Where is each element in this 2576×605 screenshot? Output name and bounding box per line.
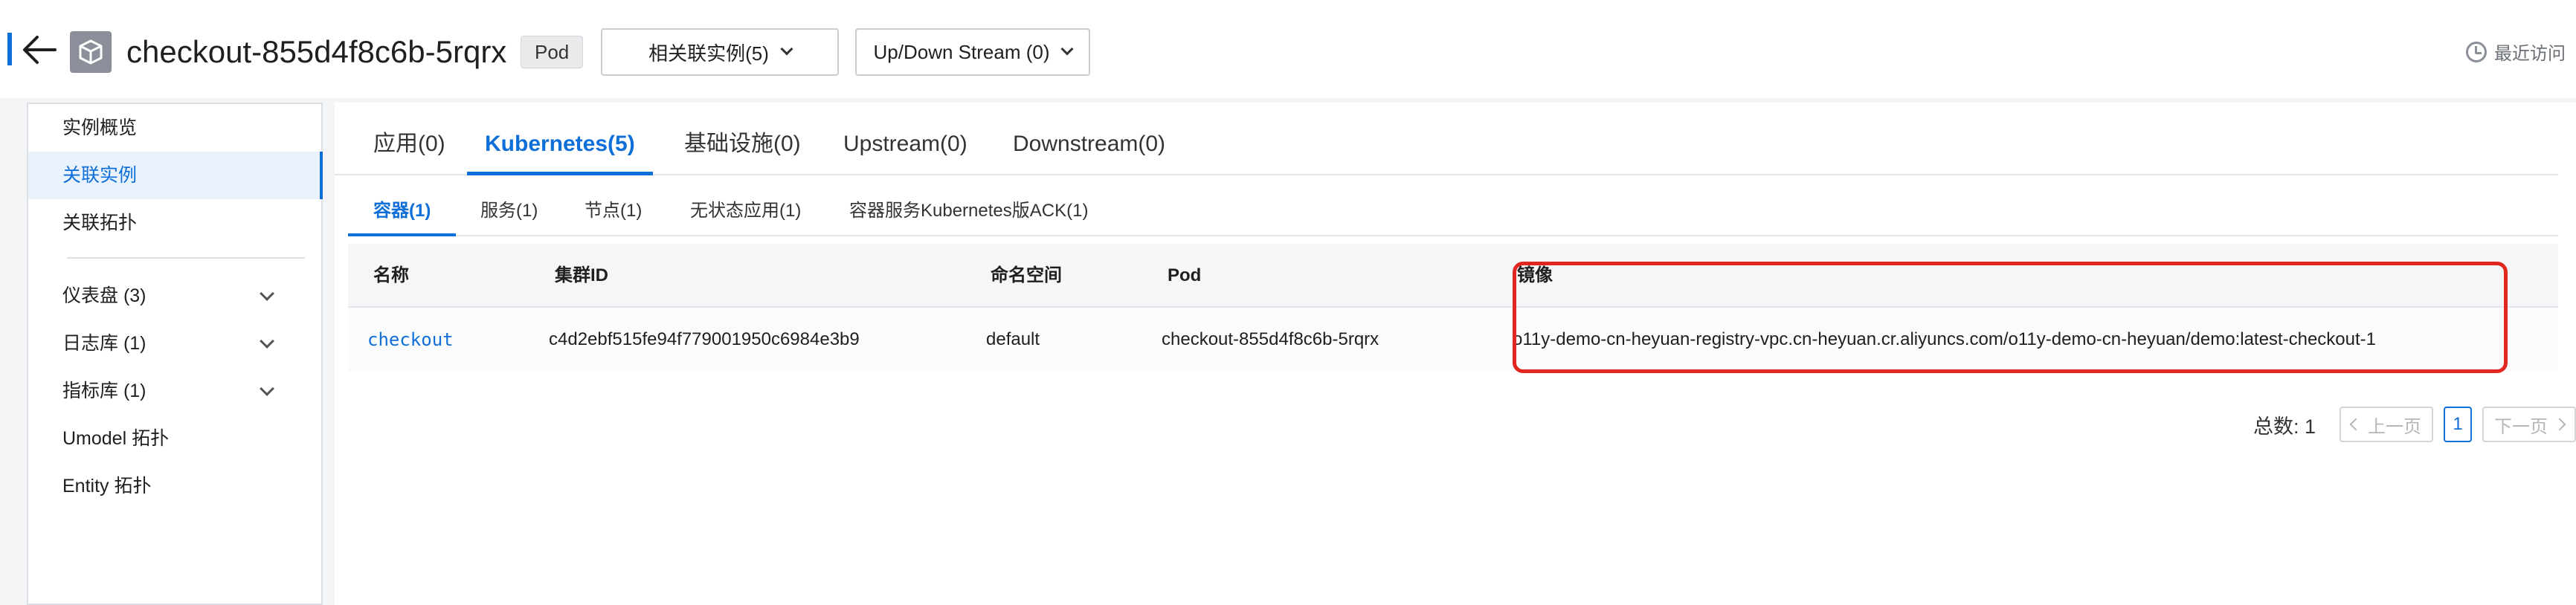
- prev-page-label: 上一页: [2368, 416, 2421, 437]
- sidebar-divider: [67, 257, 305, 259]
- chevron-down-icon: [260, 286, 274, 301]
- pagination: 总数: 1 上一页 1 下一页: [2253, 406, 2576, 443]
- clock-icon: [2466, 41, 2487, 62]
- type-badge: Pod: [521, 36, 584, 68]
- image-cell: o11y-demo-cn-heyuan-registry-vpc.cn-heyu…: [1513, 329, 2376, 349]
- next-page-label: 下一页: [2494, 416, 2548, 437]
- sidebar-item-label: Umodel 拓扑: [62, 428, 170, 449]
- updown-stream-select[interactable]: Up/Down Stream (0): [855, 28, 1090, 76]
- container-name-link[interactable]: checkout: [367, 308, 454, 372]
- tab-infrastructure[interactable]: 基础设施(0): [684, 123, 801, 175]
- chevron-down-icon: [260, 334, 274, 349]
- recent-visits-label: 最近访问: [2494, 44, 2566, 64]
- sidebar-item-label: Entity 拓扑: [62, 476, 152, 496]
- tab-downstream[interactable]: Downstream(0): [1013, 123, 1165, 175]
- table-row: checkout c4d2ebf515fe94f779001950c6984e3…: [348, 308, 2558, 372]
- column-header-image: 镜像: [1517, 265, 1553, 285]
- sidebar-item-label: 实例概览: [62, 117, 138, 138]
- cluster-id-cell: c4d2ebf515fe94f779001950c6984e3b9: [549, 329, 860, 349]
- sidebar-item-umodel-topology[interactable]: Umodel 拓扑: [28, 415, 321, 462]
- table-header: 名称 集群ID 命名空间 Pod 镜像: [348, 244, 2558, 308]
- column-header-name: 名称: [373, 265, 409, 285]
- sidebar-item-label: 日志库 (1): [62, 333, 146, 354]
- sidebar-item-related-instances[interactable]: 关联实例: [28, 152, 323, 199]
- containers-table: 名称 集群ID 命名空间 Pod 镜像 checkout c4d2ebf515f…: [348, 244, 2558, 372]
- cube-icon: [70, 31, 112, 73]
- page: checkout-855d4f8c6b-5rqrx Pod 相关联实例(5) U…: [0, 0, 2576, 605]
- prev-page-button[interactable]: 上一页: [2340, 407, 2433, 442]
- page-1-button[interactable]: 1: [2444, 407, 2472, 442]
- sidebar: 实例概览 关联实例 关联拓扑 仪表盘 (3) 日志库 (1) 指标库 (1) U…: [27, 103, 323, 605]
- chevron-down-icon: [780, 42, 793, 56]
- secondary-tabs: 容器(1) 服务(1) 节点(1) 无状态应用(1) 容器服务Kubernete…: [348, 190, 2558, 236]
- related-instances-select[interactable]: 相关联实例(5): [601, 28, 839, 76]
- tab-upstream[interactable]: Upstream(0): [843, 123, 967, 175]
- chevron-down-icon: [1060, 42, 1074, 56]
- sidebar-item-overview[interactable]: 实例概览: [28, 104, 321, 152]
- chevron-down-icon: [260, 381, 274, 396]
- main-panel: 应用(0) Kubernetes(5) 基础设施(0) Upstream(0) …: [335, 103, 2576, 605]
- sidebar-item-label: 关联实例: [62, 165, 138, 186]
- sidebar-item-related-topology[interactable]: 关联拓扑: [28, 199, 321, 247]
- sidebar-item-dashboards[interactable]: 仪表盘 (3): [28, 272, 321, 320]
- sidebar-item-label: 仪表盘 (3): [62, 285, 146, 306]
- chevron-left-icon: [2349, 418, 2363, 431]
- next-page-button[interactable]: 下一页: [2482, 407, 2576, 442]
- tab-deployments[interactable]: 无状态应用(1): [690, 190, 801, 236]
- sidebar-item-logstores[interactable]: 日志库 (1): [28, 320, 321, 367]
- column-header-namespace: 命名空间: [991, 265, 1062, 285]
- back-arrow-icon[interactable]: [22, 34, 57, 65]
- recent-visits-button[interactable]: 最近访问: [2466, 39, 2566, 65]
- tab-ack[interactable]: 容器服务Kubernetes版ACK(1): [849, 190, 1088, 236]
- accent-bar: [7, 33, 12, 65]
- page-header: checkout-855d4f8c6b-5rqrx Pod 相关联实例(5) U…: [0, 0, 2576, 98]
- tab-containers[interactable]: 容器(1): [348, 190, 457, 236]
- sidebar-item-metricstores[interactable]: 指标库 (1): [28, 367, 321, 415]
- pod-cell: checkout-855d4f8c6b-5rqrx: [1162, 329, 1379, 349]
- related-instances-label: 相关联实例(5): [648, 42, 769, 65]
- page-title: checkout-855d4f8c6b-5rqrx: [126, 34, 507, 69]
- tab-services[interactable]: 服务(1): [480, 190, 538, 236]
- tab-nodes[interactable]: 节点(1): [585, 190, 642, 236]
- sidebar-item-entity-topology[interactable]: Entity 拓扑: [28, 462, 321, 510]
- sidebar-item-label: 指标库 (1): [62, 381, 146, 401]
- column-header-cluster-id: 集群ID: [555, 265, 608, 285]
- tab-applications[interactable]: 应用(0): [373, 123, 445, 175]
- updown-stream-label: Up/Down Stream (0): [873, 40, 1050, 63]
- sidebar-item-label: 关联拓扑: [62, 213, 138, 233]
- column-header-pod: Pod: [1168, 265, 1202, 285]
- tab-kubernetes[interactable]: Kubernetes(5): [467, 123, 653, 175]
- primary-tabs: 应用(0) Kubernetes(5) 基础设施(0) Upstream(0) …: [335, 123, 2558, 175]
- chevron-right-icon: [2553, 418, 2566, 431]
- namespace-cell: default: [986, 329, 1040, 349]
- total-count: 总数: 1: [2253, 415, 2316, 438]
